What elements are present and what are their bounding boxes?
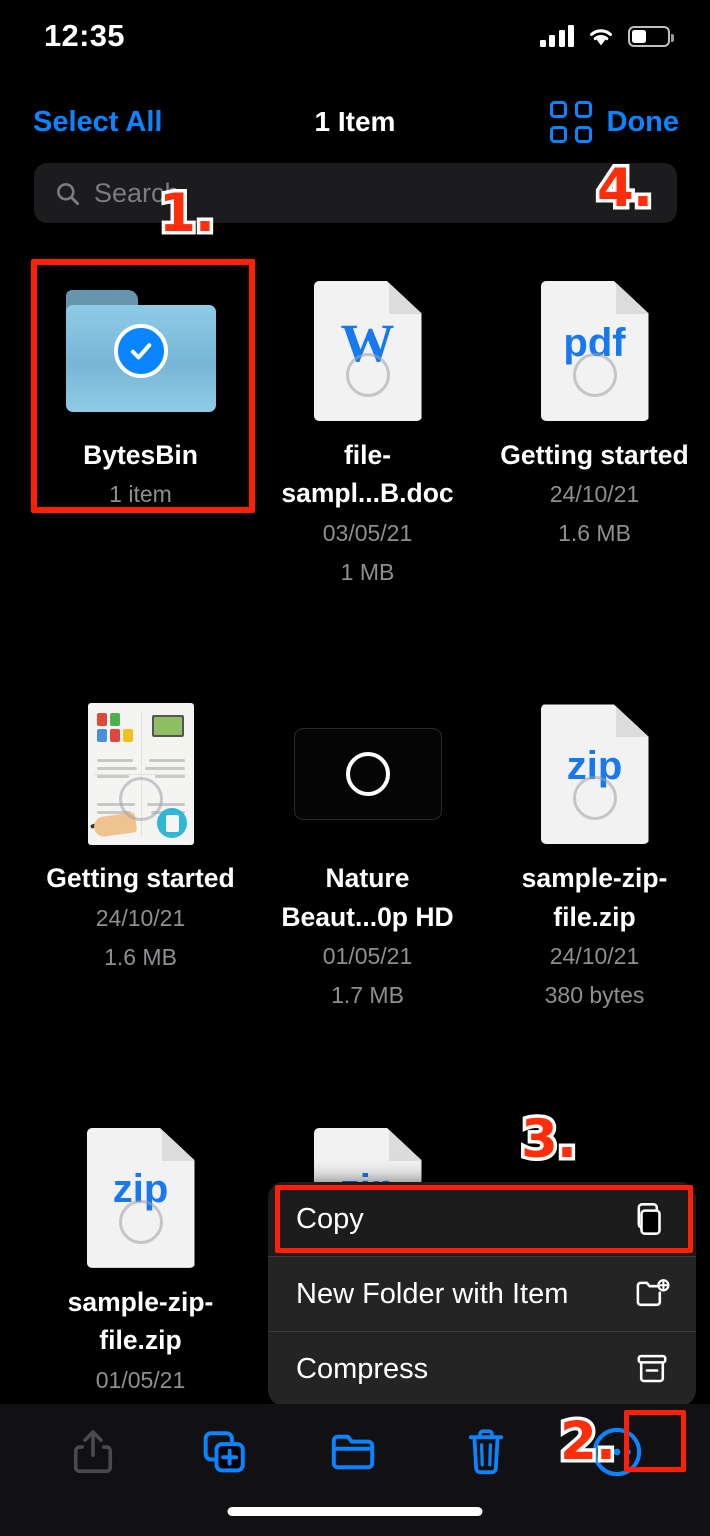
zip-doc-icon: zip — [540, 704, 649, 845]
share-icon — [74, 1430, 113, 1473]
trash-icon — [468, 1429, 503, 1475]
grid-row-gap — [0, 1014, 710, 1103]
file-thumbnail — [65, 276, 216, 426]
file-meta-size: 1.7 MB — [331, 982, 404, 1009]
context-menu-label: Copy — [296, 1202, 364, 1235]
selection-circle-icon[interactable] — [572, 353, 617, 397]
file-meta-size: 1.6 MB — [104, 943, 177, 970]
file-name: sample-zip-file.zip — [67, 1286, 214, 1356]
file-meta-size: 380 bytes — [544, 982, 645, 1009]
file-item-zip-2[interactable]: zip sample-zip-file.zip 01/05/21 380 byt… — [33, 1103, 248, 1437]
move-to-folder-button[interactable] — [326, 1423, 384, 1481]
file-thumbnail: zip — [540, 699, 649, 849]
selection-circle-icon[interactable] — [345, 752, 390, 797]
grid-view-icon[interactable] — [550, 101, 592, 143]
context-menu-item-copy[interactable]: Copy — [268, 1182, 696, 1256]
grid-row-gap — [0, 590, 710, 679]
file-thumbnail — [87, 699, 194, 849]
annotation-marker-4: 4. — [593, 158, 656, 219]
file-meta-date: 24/10/21 — [95, 904, 186, 931]
file-thumbnail: pdf — [540, 276, 649, 426]
status-bar: 12:35 — [0, 0, 710, 72]
zip-doc-icon: zip — [86, 1127, 195, 1268]
file-thumbnail: W — [313, 276, 422, 426]
file-name: Getting started — [500, 440, 689, 470]
status-bar-indicators — [539, 25, 674, 47]
file-item-video[interactable]: Nature Beaut...0p HD 01/05/21 1.7 MB — [260, 679, 475, 1013]
home-indicator — [227, 1507, 483, 1516]
folder-move-icon — [331, 1434, 375, 1470]
file-name: BytesBin — [83, 440, 198, 470]
file-meta-date: 24/10/21 — [549, 943, 640, 970]
copy-icon — [637, 1203, 661, 1235]
search-icon — [57, 182, 80, 205]
context-menu-item-compress[interactable]: Compress — [268, 1332, 696, 1406]
search-input[interactable]: Search — [34, 163, 677, 223]
file-item-getting-started-doc[interactable]: Getting started 24/10/21 1.6 MB — [33, 679, 248, 1013]
new-folder-icon — [636, 1279, 670, 1307]
cellular-bars-icon — [539, 25, 574, 47]
duplicate-icon — [203, 1431, 245, 1473]
context-menu-item-new-folder[interactable]: New Folder with Item — [268, 1257, 696, 1331]
file-item-pdf[interactable]: pdf Getting started 24/10/21 1.6 MB — [487, 256, 702, 590]
annotation-marker-2: 2. — [556, 1411, 619, 1472]
file-meta-size: 1.6 MB — [558, 520, 631, 547]
selected-checkmark-icon — [113, 324, 168, 378]
context-menu-label: Compress — [296, 1352, 429, 1385]
file-item-bytesbin[interactable]: BytesBin 1 item — [33, 256, 248, 590]
page-title: 1 Item — [314, 106, 396, 137]
file-meta-date: 01/05/21 — [322, 943, 413, 970]
context-menu: Copy New Folder with Item Compress — [268, 1182, 696, 1406]
wifi-icon — [587, 25, 615, 47]
annotation-marker-1: 1. — [155, 183, 218, 244]
word-doc-icon: W — [313, 281, 422, 421]
file-meta-size: 1 MB — [340, 558, 395, 585]
compress-icon — [637, 1354, 667, 1383]
selection-circle-icon[interactable] — [118, 777, 163, 822]
annotation-marker-3: 3. — [517, 1109, 580, 1170]
delete-button[interactable] — [457, 1423, 515, 1481]
file-item-doc[interactable]: W file-sampl...B.doc 03/05/21 1 MB — [260, 256, 475, 590]
battery-icon — [628, 26, 674, 47]
file-name: Nature Beaut...0p HD — [281, 863, 454, 932]
share-button[interactable] — [64, 1423, 122, 1481]
file-name: Getting started — [46, 863, 235, 894]
selection-circle-icon[interactable] — [118, 1199, 163, 1244]
pdf-doc-icon: pdf — [540, 281, 649, 421]
navigation-bar: Select All 1 Item Done — [0, 94, 710, 150]
duplicate-button[interactable] — [195, 1423, 253, 1481]
file-meta-date: 03/05/21 — [322, 519, 413, 546]
done-button[interactable]: Done — [607, 106, 680, 139]
folder-icon — [65, 290, 216, 412]
context-menu-label: New Folder with Item — [296, 1277, 569, 1310]
file-thumbnail: zip — [86, 1123, 195, 1273]
selection-circle-icon[interactable] — [345, 353, 390, 397]
search-bar-container[interactable]: Search — [34, 163, 677, 223]
file-meta: 1 item — [109, 481, 172, 508]
file-name: file-sampl...B.doc — [281, 440, 454, 509]
file-name: sample-zip-file.zip — [521, 863, 668, 932]
selection-circle-icon[interactable] — [572, 776, 617, 821]
files-app-screen: 12:35 Select All 1 Item Done Search Byte… — [0, 0, 710, 1536]
status-bar-time: 12:35 — [44, 18, 125, 53]
file-item-zip-1[interactable]: zip sample-zip-file.zip 24/10/21 380 byt… — [487, 679, 702, 1013]
video-thumbnail-icon — [293, 728, 442, 821]
file-thumbnail — [293, 699, 442, 849]
file-meta-date: 01/05/21 — [95, 1366, 186, 1393]
document-preview-icon — [87, 703, 194, 846]
file-meta-date: 24/10/21 — [549, 481, 640, 508]
